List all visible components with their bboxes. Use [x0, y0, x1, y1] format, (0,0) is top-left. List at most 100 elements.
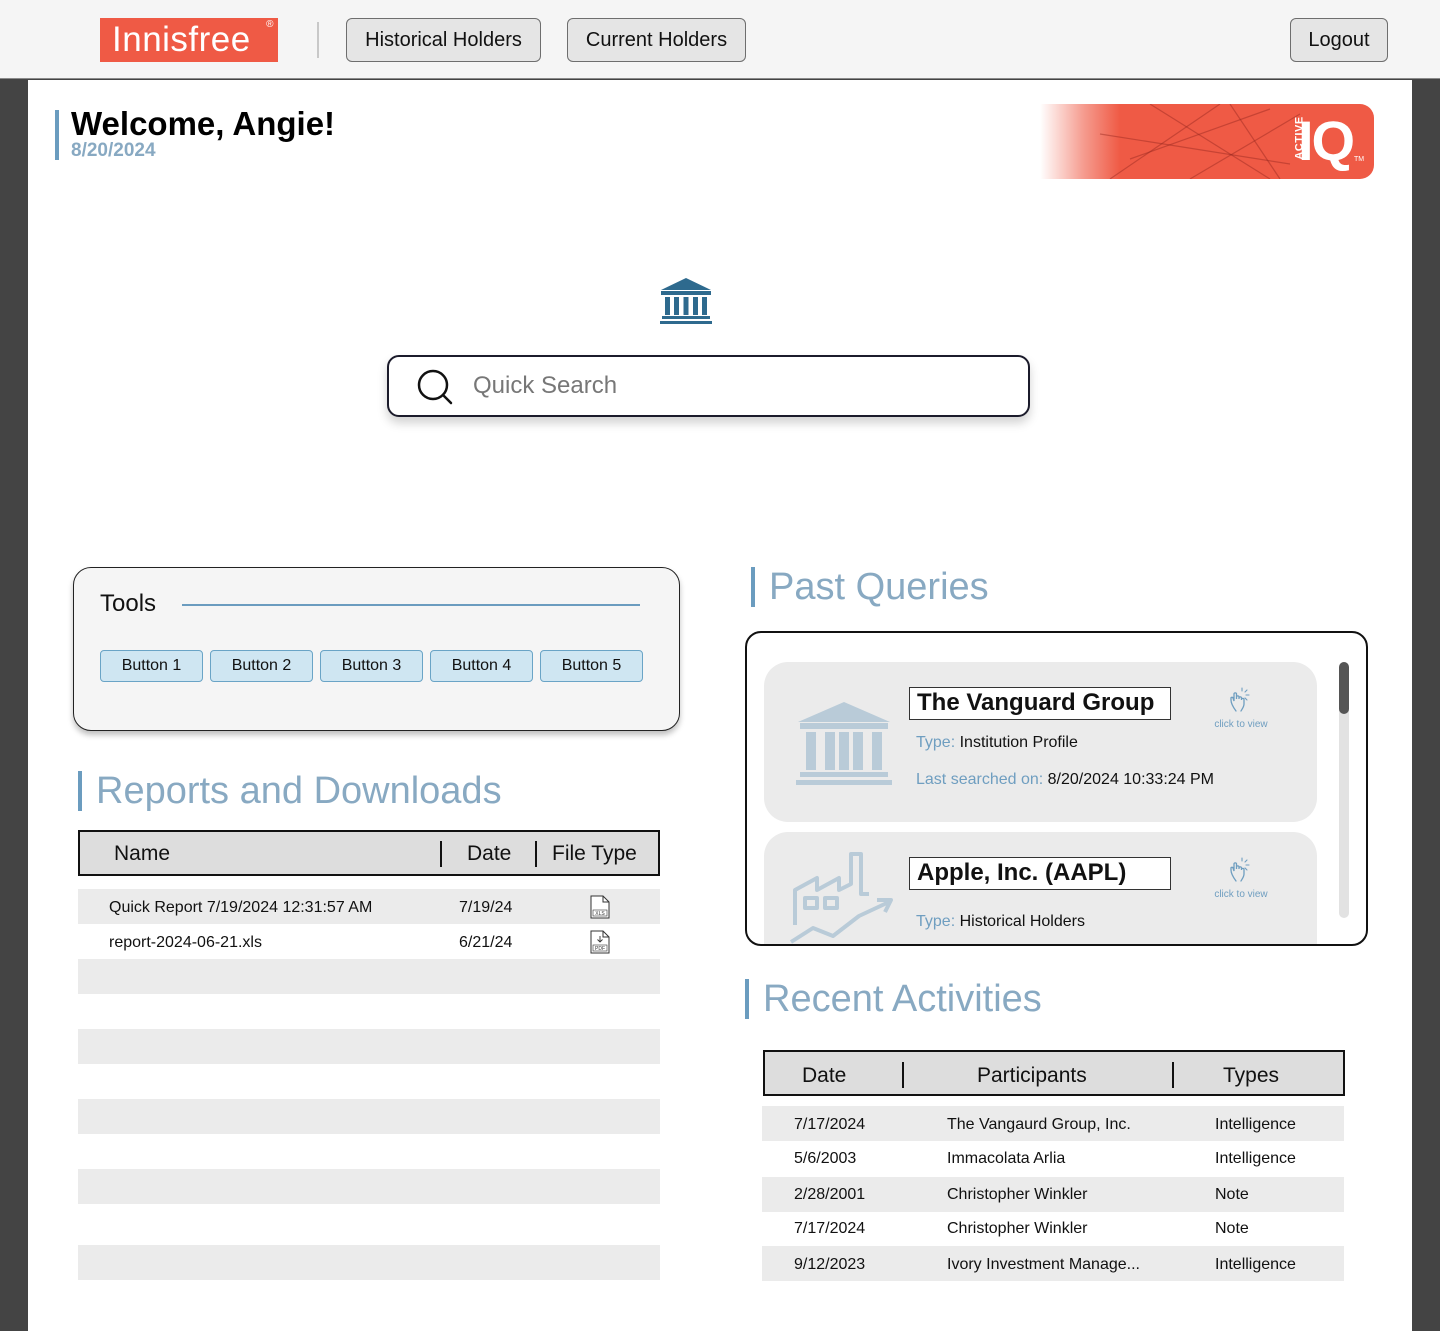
- activity-participants: Christopher Winkler: [947, 1220, 1088, 1237]
- reports-col-filetype: File Type: [552, 842, 637, 865]
- active-iq-banner: ACTIVE IQ TM: [1040, 104, 1374, 179]
- activity-date: 2/28/2001: [794, 1186, 866, 1203]
- table-row[interactable]: 7/17/2024 Christopher Winkler Note: [762, 1210, 1344, 1245]
- table-row-stripe: [78, 959, 660, 994]
- search-icon: [417, 369, 453, 405]
- query-last-searched: Last searched on: 8/20/2024 10:33:24 PM: [916, 771, 1214, 789]
- quick-search-box[interactable]: [387, 355, 1030, 417]
- past-queries-title: Past Queries: [751, 567, 989, 607]
- welcome-title: Welcome, Angie!: [71, 105, 336, 142]
- search-input[interactable]: [473, 367, 993, 405]
- header-divider: [440, 841, 442, 867]
- tools-divider: [182, 604, 640, 606]
- activity-participants: Ivory Investment Manage...: [947, 1256, 1140, 1273]
- tool-button-5[interactable]: Button 5: [540, 650, 643, 682]
- top-bar: Innisfree ® Historical Holders Current H…: [0, 0, 1440, 79]
- registered-mark: ®: [266, 19, 274, 30]
- query-type: Type: Historical Holders: [916, 913, 1085, 931]
- query-type-value: Institution Profile: [959, 734, 1078, 751]
- factory-chart-icon: [789, 852, 893, 944]
- table-row-stripe: [78, 1245, 660, 1280]
- tap-icon: [1230, 857, 1250, 882]
- tool-button-4[interactable]: Button 4: [430, 650, 533, 682]
- welcome-date: 8/20/2024: [71, 140, 156, 161]
- report-name[interactable]: Quick Report 7/19/2024 12:31:57 AM: [109, 899, 372, 917]
- report-date: 7/19/24: [459, 899, 513, 916]
- activity-type: Note: [1215, 1220, 1249, 1237]
- file-type-label: XLS: [595, 911, 605, 917]
- header-divider: [535, 841, 537, 867]
- click-to-view[interactable]: click to view: [1204, 857, 1278, 900]
- reports-col-date: Date: [467, 842, 512, 865]
- file-type-label: PDF: [595, 946, 605, 952]
- report-name[interactable]: report-2024-06-21.xls: [109, 934, 262, 952]
- tool-button-3[interactable]: Button 3: [320, 650, 423, 682]
- table-row-stripe: [78, 1169, 660, 1204]
- click-to-view-label: click to view: [1214, 889, 1268, 900]
- current-holders-button[interactable]: Current Holders: [567, 18, 746, 62]
- activity-date: 7/17/2024: [794, 1116, 866, 1133]
- xls-file-icon[interactable]: XLS: [590, 895, 610, 919]
- query-type-label: Type:: [916, 734, 956, 751]
- past-queries-list[interactable]: The Vanguard Group Type: Institution Pro…: [745, 631, 1368, 946]
- table-row[interactable]: 5/6/2003 Immacolata Arlia Intelligence: [762, 1140, 1344, 1175]
- tool-button-1[interactable]: Button 1: [100, 650, 203, 682]
- historical-holders-button[interactable]: Historical Holders: [346, 18, 541, 62]
- recent-activities-title: Recent Activities: [745, 979, 1042, 1019]
- query-type-value: Historical Holders: [959, 913, 1085, 930]
- query-type: Type: Institution Profile: [916, 734, 1078, 752]
- activities-col-date: Date: [802, 1064, 847, 1087]
- innisfree-logo[interactable]: Innisfree ®: [100, 18, 278, 62]
- activity-date: 9/12/2023: [794, 1256, 866, 1273]
- tool-button-2[interactable]: Button 2: [210, 650, 313, 682]
- table-row-stripe: [78, 1099, 660, 1134]
- activity-participants: The Vangaurd Group, Inc.: [947, 1116, 1131, 1133]
- header-divider: [317, 22, 319, 58]
- bank-icon: [796, 702, 892, 785]
- activity-participants: Christopher Winkler: [947, 1186, 1088, 1203]
- tap-icon: [1230, 687, 1250, 712]
- click-to-view[interactable]: click to view: [1204, 687, 1278, 730]
- reports-table-header: Name Date File Type: [78, 830, 660, 876]
- tools-panel: Tools Button 1 Button 2 Button 3 Button …: [73, 567, 680, 731]
- table-row[interactable]: 7/17/2024 The Vangaurd Group, Inc. Intel…: [762, 1106, 1344, 1141]
- table-row[interactable]: report-2024-06-21.xls 6/21/24 PDF: [78, 924, 660, 959]
- activities-table-header: Date Participants Types: [763, 1050, 1345, 1096]
- pdf-file-icon[interactable]: PDF: [590, 930, 610, 954]
- activity-type: Intelligence: [1215, 1116, 1296, 1133]
- logo-text: Innisfree: [112, 20, 251, 59]
- tools-title: Tools: [100, 590, 157, 617]
- activity-type: Intelligence: [1215, 1150, 1296, 1167]
- past-query-card[interactable]: Apple, Inc. (AAPL) Type: Historical Hold…: [764, 832, 1317, 944]
- activity-participants: Immacolata Arlia: [947, 1150, 1066, 1167]
- table-row[interactable]: 9/12/2023 Ivory Investment Manage... Int…: [762, 1246, 1344, 1281]
- scrollbar-thumb[interactable]: [1339, 662, 1349, 714]
- logout-button[interactable]: Logout: [1290, 18, 1388, 62]
- table-row[interactable]: 2/28/2001 Christopher Winkler Note: [762, 1176, 1344, 1211]
- query-name[interactable]: The Vanguard Group: [909, 687, 1171, 720]
- activity-date: 7/17/2024: [794, 1220, 866, 1237]
- last-searched-value: 8/20/2024 10:33:24 PM: [1047, 771, 1215, 788]
- activity-type: Note: [1215, 1186, 1249, 1203]
- past-queries-scrollbar[interactable]: [1339, 662, 1349, 918]
- query-type-label: Type:: [916, 913, 956, 930]
- reports-col-name: Name: [114, 842, 171, 865]
- past-query-card[interactable]: The Vanguard Group Type: Institution Pro…: [764, 662, 1317, 822]
- table-row[interactable]: Quick Report 7/19/2024 12:31:57 AM 7/19/…: [78, 889, 660, 924]
- header-divider: [1172, 1062, 1174, 1088]
- banner-iq-text: IQ: [1298, 109, 1355, 172]
- report-date: 6/21/24: [459, 934, 513, 951]
- header-divider: [902, 1062, 904, 1088]
- activities-col-participants: Participants: [977, 1064, 1087, 1087]
- click-to-view-label: click to view: [1214, 719, 1268, 730]
- activity-date: 5/6/2003: [794, 1150, 857, 1167]
- last-searched-label: Last searched on:: [916, 771, 1044, 788]
- welcome-block: Welcome, Angie! 8/20/2024: [55, 105, 336, 161]
- reports-title: Reports and Downloads: [78, 771, 502, 811]
- table-row-stripe: [78, 1029, 660, 1064]
- bank-icon: [660, 277, 712, 330]
- activity-type: Intelligence: [1215, 1256, 1296, 1273]
- query-name[interactable]: Apple, Inc. (AAPL): [909, 857, 1171, 890]
- banner-tm-text: TM: [1354, 156, 1365, 163]
- activities-col-types: Types: [1223, 1064, 1280, 1087]
